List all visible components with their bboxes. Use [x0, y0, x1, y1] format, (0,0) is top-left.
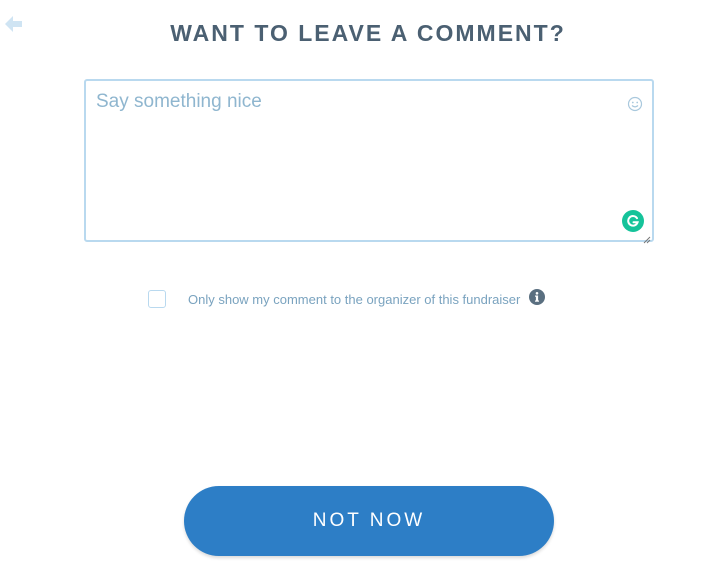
comment-box [84, 79, 654, 244]
comment-dialog: WANT TO LEAVE A COMMENT? Only show my [0, 0, 715, 568]
private-comment-option: Only show my comment to the organizer of… [148, 287, 546, 311]
smiley-icon[interactable] [627, 96, 643, 112]
info-icon[interactable] [529, 289, 546, 305]
not-now-button[interactable]: NOT NOW [184, 486, 554, 556]
resize-handle-icon[interactable] [643, 231, 651, 244]
private-comment-label[interactable]: Only show my comment to the organizer of… [188, 292, 520, 307]
comment-textarea[interactable] [86, 81, 652, 240]
private-comment-checkbox[interactable] [148, 290, 166, 308]
page-title: WANT TO LEAVE A COMMENT? [170, 20, 566, 46]
grammarly-icon[interactable] [622, 210, 644, 232]
